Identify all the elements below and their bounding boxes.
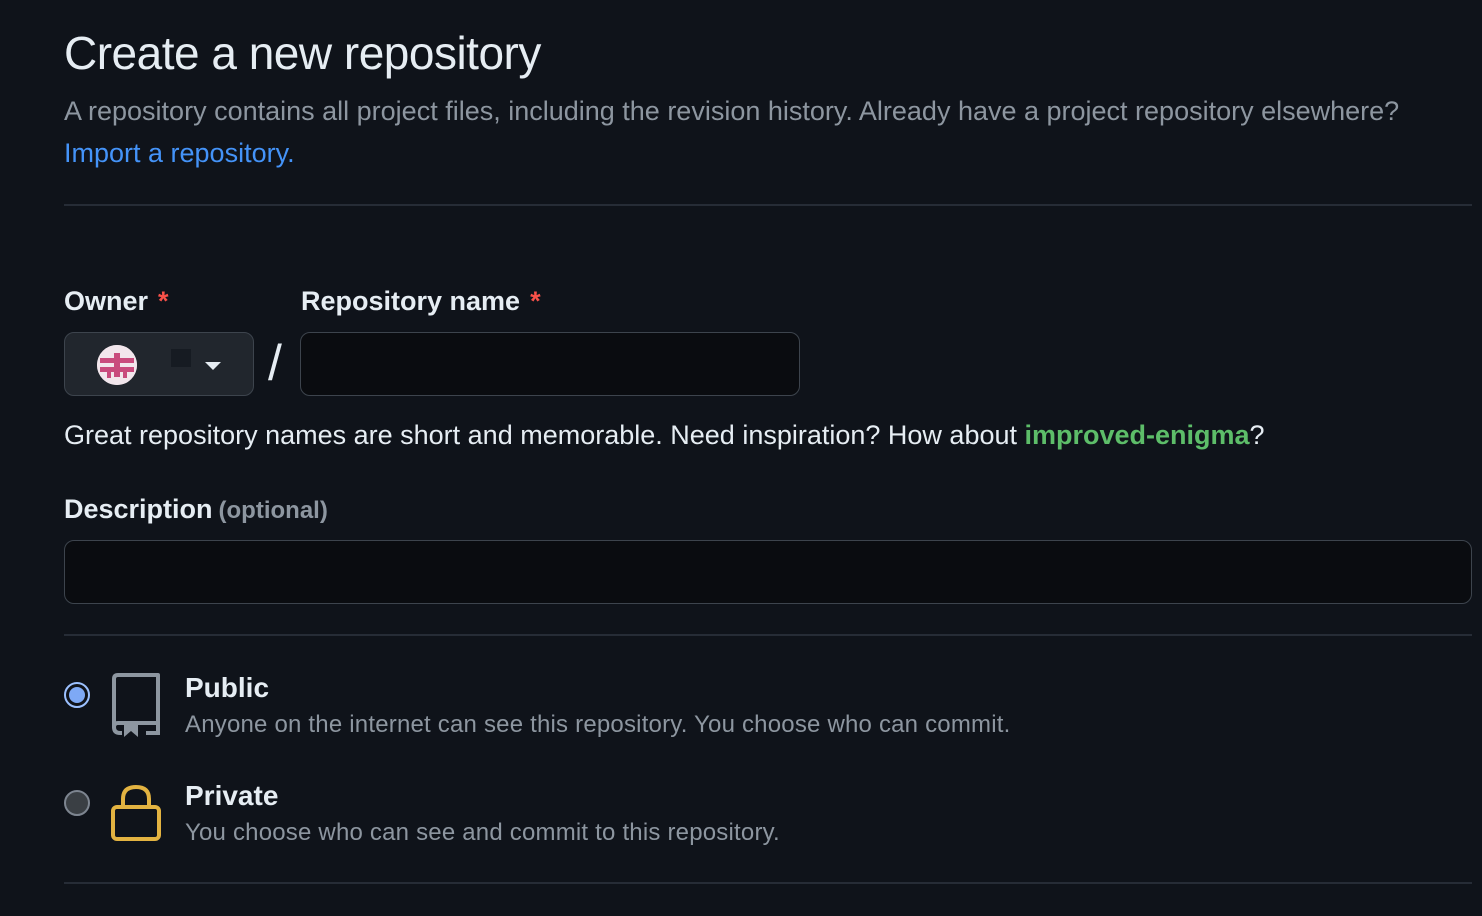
page-subtitle: A repository contains all project files,… bbox=[64, 90, 1444, 174]
avatar-icon bbox=[97, 345, 137, 385]
owner-repo-separator: / bbox=[268, 335, 282, 391]
caret-down-icon bbox=[205, 362, 221, 370]
description-optional-note: (optional) bbox=[218, 497, 328, 524]
header-divider bbox=[64, 204, 1472, 206]
repo-icon bbox=[110, 673, 162, 744]
owner-label-text: Owner bbox=[64, 286, 149, 316]
description-label: Description (optional) bbox=[64, 494, 328, 525]
visibility-divider bbox=[64, 882, 1472, 884]
public-radio[interactable] bbox=[64, 682, 90, 708]
subtitle-text: A repository contains all project files,… bbox=[64, 96, 1400, 126]
repository-name-required-mark: * bbox=[530, 286, 541, 316]
repository-name-hint: Great repository names are short and mem… bbox=[64, 420, 1265, 451]
description-label-text: Description bbox=[64, 494, 213, 524]
owner-name-redacted bbox=[171, 349, 191, 367]
public-option-description: Anyone on the internet can see this repo… bbox=[185, 711, 1011, 738]
private-option-description: You choose who can see and commit to thi… bbox=[185, 819, 780, 846]
hint-text: Great repository names are short and mem… bbox=[64, 420, 1025, 450]
name-suggestion-link[interactable]: improved-enigma bbox=[1025, 420, 1250, 450]
repository-name-label: Repository name * bbox=[301, 286, 541, 317]
lock-icon bbox=[110, 783, 162, 848]
hint-suffix: ? bbox=[1249, 420, 1265, 450]
description-input[interactable] bbox=[64, 540, 1472, 604]
owner-dropdown-button[interactable] bbox=[64, 332, 254, 396]
description-divider bbox=[64, 634, 1472, 636]
private-option-title: Private bbox=[185, 780, 279, 811]
new-repository-page: Create a new repository A repository con… bbox=[0, 0, 1482, 916]
owner-label: Owner * bbox=[64, 286, 169, 317]
import-repository-link[interactable]: Import a repository. bbox=[64, 138, 295, 168]
repository-name-label-text: Repository name bbox=[301, 286, 521, 316]
public-option-title: Public bbox=[185, 672, 270, 703]
owner-required-mark: * bbox=[158, 286, 169, 316]
repository-name-input[interactable] bbox=[300, 332, 800, 396]
private-radio[interactable] bbox=[64, 790, 90, 816]
page-title: Create a new repository bbox=[64, 27, 541, 79]
